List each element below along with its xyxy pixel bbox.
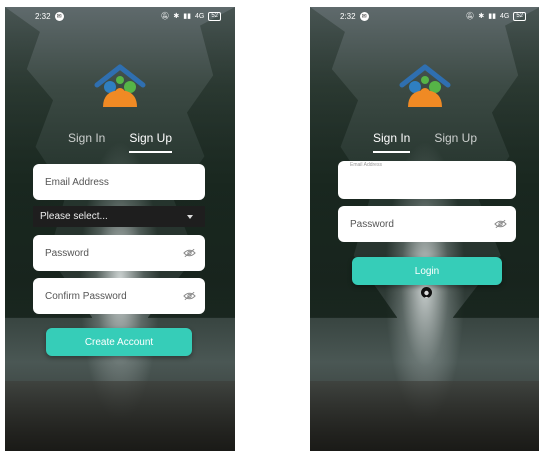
password-placeholder: Password (45, 247, 89, 259)
notification-icon: ✉ (54, 11, 64, 21)
family-logo-icon (399, 64, 451, 107)
tab-sign-up[interactable]: Sign Up (129, 131, 173, 153)
role-select-value: Please select... (40, 211, 108, 222)
eye-off-icon[interactable] (494, 219, 507, 229)
signal-icon: ▮▮ (488, 13, 496, 20)
email-placeholder: Email Address (45, 176, 109, 188)
mute-icon: 🔕︎ (465, 13, 475, 20)
notification-icon: ✉ (359, 11, 369, 21)
eye-off-icon[interactable] (183, 248, 196, 258)
password-placeholder: Password (350, 218, 394, 230)
confirm-password-placeholder: Confirm Password (45, 290, 127, 302)
tab-sign-in[interactable]: Sign In (68, 131, 105, 153)
login-button[interactable]: Login (352, 257, 502, 285)
confirm-password-field[interactable]: Confirm Password (33, 278, 205, 314)
bluetooth-icon: ✱ (173, 13, 180, 20)
status-bar: 2:32 ✉ 🔕︎ ✱ ▮▮ 4G 52 (5, 7, 235, 25)
signal-icon: ▮▮ (183, 13, 191, 20)
battery-icon: 52 (208, 11, 221, 21)
status-time: 2:32 (35, 11, 51, 21)
network-type: 4G (194, 12, 205, 20)
signup-screen: 2:32 ✉ 🔕︎ ✱ ▮▮ 4G 52 Sign In Sign Up Ema… (5, 7, 235, 451)
chevron-down-icon (187, 214, 193, 219)
email-field[interactable]: Email Address (338, 161, 516, 199)
tab-sign-up[interactable]: Sign Up (434, 131, 477, 153)
family-logo-icon (94, 64, 146, 107)
tab-sign-in[interactable]: Sign In (372, 131, 411, 153)
battery-icon: 52 (513, 11, 526, 21)
password-field[interactable]: Password (338, 206, 516, 242)
password-field[interactable]: Password (33, 235, 205, 271)
email-field[interactable]: Email Address (33, 164, 205, 200)
mute-icon: 🔕︎ (160, 13, 170, 20)
network-type: 4G (499, 12, 510, 20)
email-floating-label: Email Address (350, 162, 382, 168)
user-avatar-icon[interactable] (421, 287, 432, 298)
create-account-button[interactable]: Create Account (46, 328, 192, 356)
status-time: 2:32 (340, 11, 356, 21)
auth-tabs: Sign In Sign Up (310, 131, 539, 153)
bluetooth-icon: ✱ (478, 13, 485, 20)
status-bar: 2:32 ✉ 🔕︎ ✱ ▮▮ 4G 52 (310, 7, 539, 25)
role-select[interactable]: Please select... (33, 206, 205, 227)
eye-off-icon[interactable] (183, 291, 196, 301)
signin-screen: 2:32 ✉ 🔕︎ ✱ ▮▮ 4G 52 Sign In Sign Up Ema… (310, 7, 539, 451)
auth-tabs: Sign In Sign Up (5, 131, 235, 153)
